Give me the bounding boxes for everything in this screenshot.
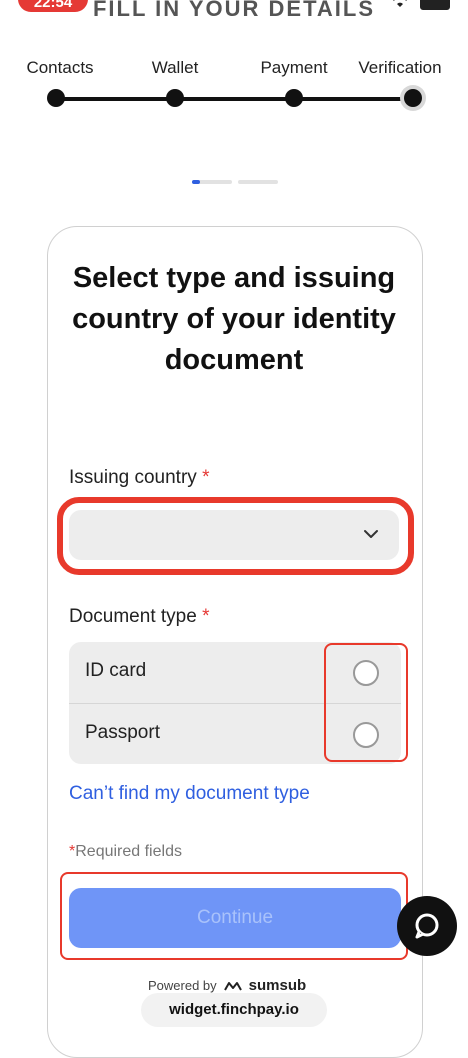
step-dot-wallet: [166, 89, 184, 107]
step-dot-contacts: [47, 89, 65, 107]
highlight-issuing-country: [57, 497, 414, 575]
step-dot-payment: [285, 89, 303, 107]
required-star: *: [202, 467, 210, 488]
step-dot-verification: [404, 89, 422, 107]
chat-bubble-icon: [415, 913, 439, 939]
sumsub-brand: sumsub: [248, 977, 307, 994]
pager-progress: [192, 180, 200, 184]
highlight-continue-button: [60, 872, 408, 960]
option-label-passport: Passport: [85, 722, 160, 743]
required-fields-note: *Required fields: [69, 843, 182, 861]
pager-indicator-2: [238, 180, 278, 184]
highlight-radio-buttons: [324, 643, 408, 762]
sumsub-logo-icon: [223, 981, 242, 990]
powered-by-text: Powered by: [148, 978, 217, 993]
step-label-contacts: Contacts: [26, 58, 94, 77]
cant-find-document-link[interactable]: Can’t find my document type: [69, 783, 310, 805]
chat-button[interactable]: [397, 896, 457, 956]
issuing-country-label-text: Issuing country: [69, 467, 197, 488]
required-star: *: [202, 606, 210, 627]
required-fields-text: Required fields: [75, 843, 182, 860]
step-label-payment: Payment: [260, 58, 328, 77]
browser-url-bar[interactable]: widget.finchpay.io: [141, 993, 327, 1027]
option-label-id-card: ID card: [85, 660, 147, 681]
issuing-country-label: Issuing country *: [69, 467, 209, 489]
document-type-label: Document type *: [69, 606, 209, 628]
stepper-track: [56, 97, 414, 101]
document-type-label-text: Document type: [69, 606, 197, 627]
form-title: Select type and issuing country of your …: [72, 262, 396, 376]
step-label-wallet: Wallet: [151, 58, 199, 77]
powered-by-sumsub: Powered by sumsub: [148, 977, 306, 994]
page-header: FILL IN YOUR DETAILS: [92, 0, 375, 21]
pager-indicator-1: [192, 180, 232, 184]
step-label-verification: Verification: [358, 58, 442, 77]
